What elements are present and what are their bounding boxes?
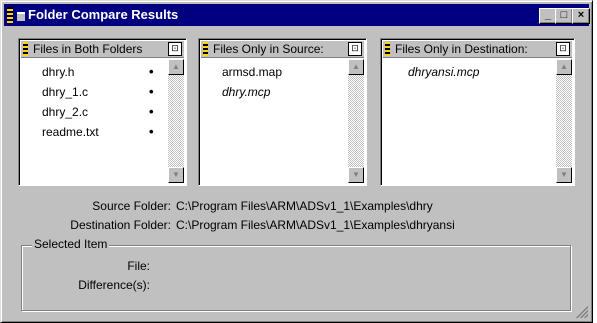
list-item[interactable]: dhryansi.mcp [408, 65, 479, 79]
panel-header: Files Only in Destination: ⊡ [383, 41, 572, 58]
folder-compare-window: Folder Compare Results _ □ × Files in Bo… [0, 0, 593, 323]
title-bar[interactable]: Folder Compare Results _ □ × [4, 4, 590, 26]
scroll-up-button[interactable]: ▲ [556, 59, 572, 75]
panel-files-only-in-source: Files Only in Source: ⊡ armsd.map dhry.m… [198, 38, 367, 186]
panel-header: Files in Both Folders ⊡ [21, 41, 184, 58]
panel-title: Files Only in Destination: [395, 42, 528, 56]
file-list[interactable]: dhry.h • dhry_1.c • dhry_2.c • readme.tx… [21, 59, 168, 183]
grip-icon [203, 42, 208, 56]
resize-grip-icon[interactable] [576, 306, 588, 318]
match-marker: • [149, 104, 154, 119]
panel-files-only-in-destination: Files Only in Destination: ⊡ dhryansi.mc… [380, 38, 575, 186]
list-item[interactable]: armsd.map [222, 65, 282, 79]
match-marker: • [149, 84, 154, 99]
list-item[interactable]: dhry.mcp [222, 85, 270, 99]
selected-item-legend: Selected Item [32, 237, 110, 251]
list-item[interactable]: dhry_1.c [42, 85, 88, 99]
panel-header: Files Only in Source: ⊡ [201, 41, 364, 58]
source-folder-path: C:\Program Files\ARM\ADSv1_1\Examples\dh… [176, 199, 433, 213]
panel-title: Files Only in Source: [213, 42, 324, 56]
file-label: File: [127, 259, 150, 273]
grip-icon [7, 7, 13, 23]
source-folder-label: Source Folder: [92, 199, 171, 213]
window-title: Folder Compare Results [28, 7, 179, 22]
pin-icon[interactable]: ⊡ [556, 42, 570, 56]
scroll-up-button[interactable]: ▲ [348, 59, 364, 75]
scroll-down-button[interactable]: ▼ [348, 167, 364, 183]
maximize-button[interactable]: □ [555, 8, 573, 24]
close-button[interactable]: × [572, 8, 590, 24]
list-item[interactable]: dhry.h [42, 65, 74, 79]
panel-title: Files in Both Folders [33, 42, 143, 56]
file-list[interactable]: armsd.map dhry.mcp [201, 59, 348, 183]
grip-icon [23, 42, 28, 56]
vertical-scrollbar[interactable]: ▲ ▼ [348, 59, 364, 183]
list-item[interactable]: dhry_2.c [42, 105, 88, 119]
scroll-down-button[interactable]: ▼ [168, 167, 184, 183]
destination-folder-label: Destination Folder: [70, 218, 171, 232]
pin-icon[interactable]: ⊡ [348, 42, 362, 56]
pin-icon[interactable]: ⊡ [168, 42, 182, 56]
destination-folder-path: C:\Program Files\ARM\ADSv1_1\Examples\dh… [176, 218, 455, 232]
vertical-scrollbar[interactable]: ▲ ▼ [168, 59, 184, 183]
differences-label: Difference(s): [78, 278, 150, 292]
scroll-down-button[interactable]: ▼ [556, 167, 572, 183]
selected-item-group: Selected Item File: Difference(s): [21, 237, 571, 311]
match-marker: • [149, 124, 154, 139]
list-item[interactable]: readme.txt [42, 125, 99, 139]
file-list[interactable]: dhryansi.mcp [383, 59, 556, 183]
vertical-scrollbar[interactable]: ▲ ▼ [556, 59, 572, 183]
panel-files-in-both: Files in Both Folders ⊡ dhry.h • dhry_1.… [18, 38, 187, 186]
match-marker: • [149, 64, 154, 79]
window-menu-icon[interactable] [17, 12, 25, 21]
grip-icon [385, 42, 390, 56]
scroll-up-button[interactable]: ▲ [168, 59, 184, 75]
